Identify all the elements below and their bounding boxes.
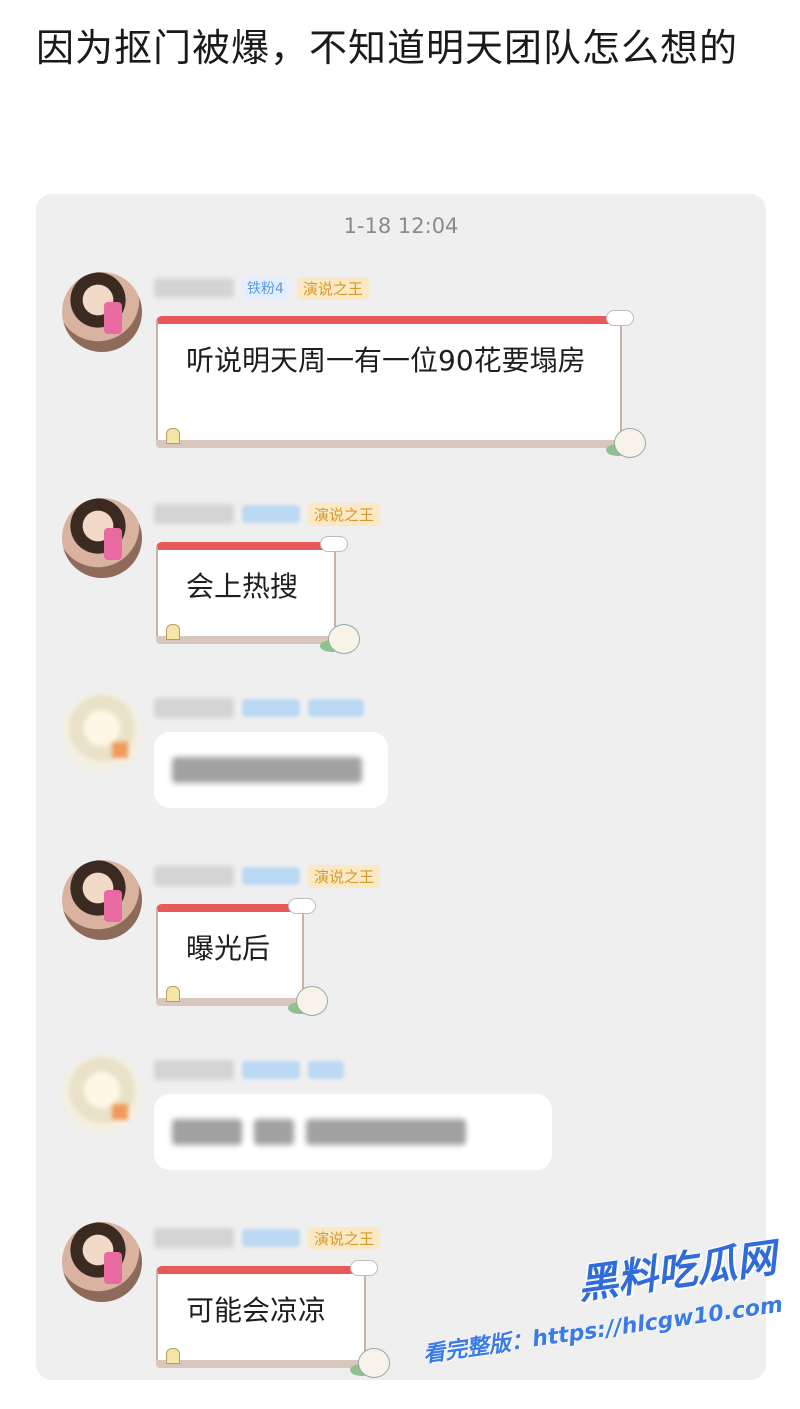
avatar[interactable] xyxy=(62,1222,142,1302)
message-bubble[interactable]: 可能会凉凉 xyxy=(156,1260,390,1378)
avatar-blurred[interactable] xyxy=(62,692,142,772)
fan-badge-blurred xyxy=(242,505,300,523)
sender-row xyxy=(154,1058,344,1082)
fan-badge-blurred xyxy=(242,1061,300,1079)
fan-badge-blurred xyxy=(242,867,300,885)
message-bubble-blurred[interactable] xyxy=(154,732,388,808)
post-title: 因为抠门被爆，不知道明天团队怎么想的 xyxy=(36,26,739,70)
message-bubble[interactable]: 曝光后 xyxy=(156,898,328,1016)
door-icon xyxy=(166,624,180,640)
title-badge-blurred xyxy=(308,699,364,717)
message-text: 会上热搜 xyxy=(186,570,299,603)
avatar[interactable] xyxy=(62,498,142,578)
message-text-blurred xyxy=(254,1119,294,1145)
fan-badge-blurred xyxy=(242,699,300,717)
sheep-icon xyxy=(614,428,646,458)
cloud-icon xyxy=(320,536,348,552)
message-text-blurred xyxy=(172,1119,242,1145)
message-bubble-blurred[interactable] xyxy=(154,1094,552,1170)
title-badge-blurred xyxy=(308,1061,344,1079)
sender-name-blurred xyxy=(154,1228,234,1248)
fan-badge-blurred xyxy=(242,1229,300,1247)
message-text: 曝光后 xyxy=(186,932,271,965)
message-bubble[interactable]: 会上热搜 xyxy=(156,536,360,654)
message-text-blurred xyxy=(172,757,362,783)
avatar[interactable] xyxy=(62,860,142,940)
door-icon xyxy=(166,428,180,444)
title-badge: 演说之王 xyxy=(308,502,381,526)
sheep-icon xyxy=(328,624,360,654)
sender-name-blurred xyxy=(154,1060,234,1080)
title-badge: 演说之王 xyxy=(296,276,369,300)
door-icon xyxy=(166,986,180,1002)
sender-row: 演说之王 xyxy=(154,1226,381,1250)
sender-row: 铁粉4 演说之王 xyxy=(154,276,369,300)
chat-timestamp: 1-18 12:04 xyxy=(343,214,459,238)
sender-row: 演说之王 xyxy=(154,864,381,888)
sender-row: 演说之王 xyxy=(154,502,381,526)
sheep-icon xyxy=(358,1348,390,1378)
sheep-icon xyxy=(296,986,328,1016)
title-badge: 演说之王 xyxy=(308,864,381,888)
avatar-blurred[interactable] xyxy=(62,1054,142,1134)
door-icon xyxy=(166,1348,180,1364)
sender-name-blurred xyxy=(154,866,234,886)
avatar[interactable] xyxy=(62,272,142,352)
cloud-icon xyxy=(288,898,316,914)
sender-name-blurred xyxy=(154,504,234,524)
chat-screenshot: 1-18 12:04 铁粉4 演说之王 听说明天周一有一位90花要塌房 演说之王… xyxy=(36,194,766,1380)
cloud-icon xyxy=(606,310,634,326)
message-text: 听说明天周一有一位90花要塌房 xyxy=(186,344,586,377)
sender-row xyxy=(154,696,364,720)
message-bubble[interactable]: 听说明天周一有一位90花要塌房 xyxy=(156,310,646,458)
message-text: 可能会凉凉 xyxy=(186,1294,327,1327)
fan-level-badge: 铁粉4 xyxy=(242,277,289,299)
message-text-blurred xyxy=(306,1119,466,1145)
cloud-icon xyxy=(350,1260,378,1276)
title-badge: 演说之王 xyxy=(308,1226,381,1250)
sender-name-blurred xyxy=(154,278,234,298)
sender-name-blurred xyxy=(154,698,234,718)
